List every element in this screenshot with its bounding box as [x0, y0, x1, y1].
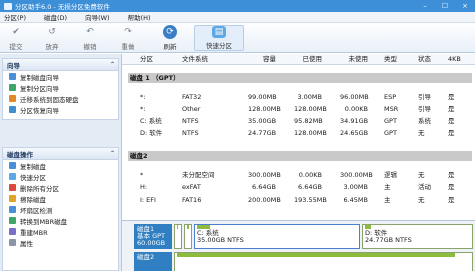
- table-header: 分区 文件系统 容量 已使用 未使用 类型 状态 4KB: [122, 54, 475, 65]
- col-unused[interactable]: 未使用: [340, 54, 369, 65]
- esp-partition-block[interactable]: [174, 224, 182, 249]
- table-row[interactable]: C: 系统 NTFS 35.00GB 95.82MB 34.91GB GPT 系…: [122, 116, 475, 127]
- sidebar: 向导 ⌃ 复制磁盘向导 复制分区向导 迁移系统到固态硬盘 分区恢复向导 磁盘操作…: [0, 54, 122, 271]
- quick-partition-button[interactable]: ▤ 快速分区: [194, 25, 244, 51]
- title-bar: 分区助手6.0 - 无损分区免费软件 – ☐ ×: [0, 0, 475, 12]
- window-title: 分区助手6.0 - 无损分区免费软件: [15, 3, 110, 11]
- quick-partition-icon: [9, 173, 16, 180]
- sidebar-item-copy-disk[interactable]: 复制磁盘: [3, 160, 118, 171]
- discard-button[interactable]: ↺ 放弃: [38, 25, 66, 51]
- copy-disk-icon: [9, 162, 16, 169]
- app-icon: [4, 2, 12, 10]
- partition-table: 分区 文件系统 容量 已使用 未使用 类型 状态 4KB 磁盘 1 （GPT） …: [122, 54, 475, 194]
- col-4kb[interactable]: 4KB: [448, 54, 461, 65]
- table-row[interactable]: *: FAT32 99.00MB 3.00MB 96.00MB ESP 引导 是: [122, 92, 475, 103]
- collapse-icon[interactable]: ⌃: [110, 150, 115, 157]
- disk1-map-label[interactable]: 磁盘1 基本 GPT 60.00GB: [134, 224, 172, 249]
- disk1-header[interactable]: 磁盘 1 （GPT）: [128, 73, 472, 83]
- disk2-header[interactable]: 磁盘2: [128, 151, 472, 161]
- toolbar: ✔ 提交 ↺ 放弃 ↶ 撤销 ↷ 重做 ⟳ 刷新 ▤ 快速分区: [0, 23, 475, 53]
- table-row[interactable]: * 未分配空间 300.00MB 0.00KB 300.00MB 逻辑 无 是: [122, 170, 475, 181]
- migrate-icon: [9, 95, 16, 102]
- col-capacity[interactable]: 容量: [248, 54, 276, 65]
- table-row[interactable]: H: exFAT 6.64GB 6.64GB 3.00MB 主 活动 是: [122, 182, 475, 193]
- disk2-map-label[interactable]: 磁盘2: [134, 252, 172, 271]
- sidebar-item-wipe-disk[interactable]: 擦除磁盘: [3, 193, 118, 204]
- sidebar-item-rebuild-mbr[interactable]: 重建MBR: [3, 226, 118, 237]
- wizard-panel: 向导 ⌃ 复制磁盘向导 复制分区向导 迁移系统到固态硬盘 分区恢复向导: [2, 58, 119, 120]
- undo-button[interactable]: ↶ 撤销: [76, 25, 104, 51]
- disk1-map-row: 磁盘1 基本 GPT 60.00GB C: 系统 35.00GB NTFS D:…: [126, 223, 473, 249]
- quick-partition-icon: ▤: [212, 26, 226, 38]
- col-partition[interactable]: 分区: [140, 54, 153, 65]
- recovery-icon: [9, 106, 16, 113]
- minimize-button[interactable]: –: [415, 0, 435, 12]
- collapse-icon[interactable]: ⌃: [110, 61, 115, 68]
- col-type[interactable]: 类型: [384, 54, 397, 65]
- convert-icon: [9, 217, 16, 224]
- sidebar-item-partition-recovery[interactable]: 分区恢复向导: [3, 104, 118, 115]
- copy-disk-icon: [9, 73, 16, 80]
- d-partition-block[interactable]: D: 软件 24.77GB NTFS: [362, 224, 473, 249]
- sidebar-item-copy-partition-wizard[interactable]: 复制分区向导: [3, 82, 118, 93]
- table-row[interactable]: I: EFI FAT16 200.00MB 193.55MB 6.45MB 主 …: [122, 195, 475, 206]
- disk-operations-panel: 磁盘操作 ⌃ 复制磁盘 快速分区 删除所有分区 擦除磁盘 坏扇区检测 转换到MB…: [2, 147, 119, 271]
- disk2-partitions-block[interactable]: [174, 252, 473, 271]
- sidebar-item-quick-partition[interactable]: 快速分区: [3, 171, 118, 182]
- refresh-button[interactable]: ⟳ 刷新: [156, 25, 184, 51]
- col-filesystem[interactable]: 文件系统: [182, 54, 208, 65]
- close-button[interactable]: ×: [455, 0, 475, 12]
- col-used[interactable]: 已使用: [294, 54, 323, 65]
- menu-partition[interactable]: 分区(P): [4, 12, 26, 22]
- menu-wizard[interactable]: 向导(W): [85, 12, 110, 22]
- delete-icon: [9, 184, 16, 191]
- submit-icon: ✔: [12, 27, 20, 37]
- submit-button[interactable]: ✔ 提交: [2, 25, 30, 51]
- undo-icon: ↶: [86, 27, 94, 37]
- table-row[interactable]: D: 软件 NTFS 24.77GB 128.00MB 24.65GB GPT …: [122, 128, 475, 139]
- properties-icon: [9, 239, 16, 246]
- copy-partition-icon: [9, 84, 16, 91]
- redo-icon: ↷: [124, 27, 132, 37]
- c-partition-block[interactable]: C: 系统 35.00GB NTFS: [194, 224, 360, 249]
- menu-bar: 分区(P) 磁盘(D) 向导(W) 帮助(H): [0, 12, 475, 23]
- disk2-map-row: 磁盘2: [126, 251, 473, 271]
- maximize-button[interactable]: ☐: [435, 0, 455, 12]
- sidebar-item-migrate-os[interactable]: 迁移系统到固态硬盘: [3, 93, 118, 104]
- disk-map: 磁盘1 基本 GPT 60.00GB C: 系统 35.00GB NTFS D:…: [122, 220, 475, 271]
- menu-disk[interactable]: 磁盘(D): [44, 12, 67, 22]
- sidebar-item-properties[interactable]: 属性: [3, 237, 118, 248]
- sidebar-item-bad-sector-check[interactable]: 坏扇区检测: [3, 204, 118, 215]
- redo-button[interactable]: ↷ 重做: [114, 25, 142, 51]
- wipe-icon: [9, 195, 16, 202]
- menu-help[interactable]: 帮助(H): [128, 12, 151, 22]
- refresh-icon: ⟳: [163, 25, 177, 39]
- sidebar-item-delete-all-partitions[interactable]: 删除所有分区: [3, 182, 118, 193]
- disk-ops-panel-title: 磁盘操作: [7, 150, 33, 159]
- sidebar-item-convert-mbr[interactable]: 转换到MBR磁盘: [3, 215, 118, 226]
- rebuild-icon: [9, 228, 16, 235]
- discard-icon: ↺: [48, 27, 56, 37]
- table-row[interactable]: *: Other 128.00MB 128.00MB 0.00KB MSR 引导…: [122, 104, 475, 115]
- wizard-panel-title: 向导: [7, 61, 20, 70]
- sidebar-item-copy-disk-wizard[interactable]: 复制磁盘向导: [3, 71, 118, 82]
- col-status[interactable]: 状态: [418, 54, 431, 65]
- msr-partition-block[interactable]: [184, 224, 192, 249]
- check-icon: [9, 206, 16, 213]
